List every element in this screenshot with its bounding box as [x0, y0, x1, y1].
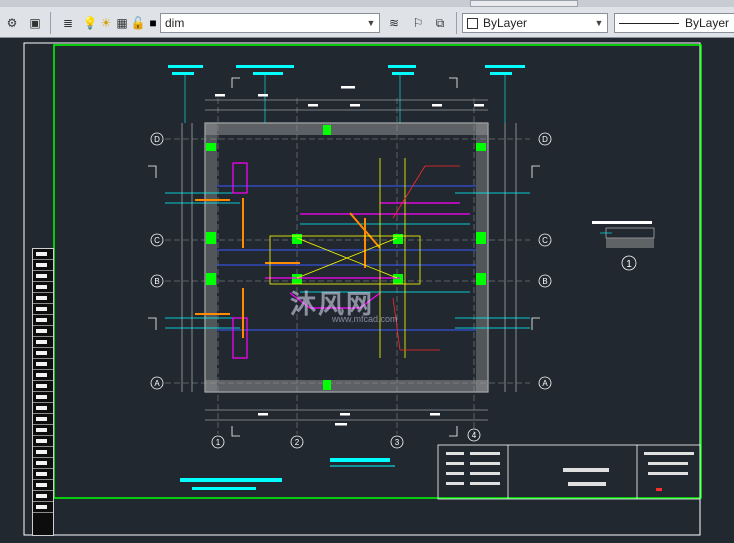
note-bar	[180, 478, 282, 482]
table-row	[33, 381, 53, 392]
section-detail	[592, 221, 655, 248]
color-swatch	[467, 17, 478, 29]
axis-label-a: A	[154, 379, 160, 388]
layer-previous-icon[interactable]: ⧉	[430, 13, 450, 33]
top-wall-hatch	[205, 123, 488, 135]
axis-label-3: 3	[395, 438, 400, 447]
drawing-canvas[interactable]: D C B A D C B A 1 2 3 4 1 沐风网 www.mfcad.…	[0, 38, 734, 538]
chevron-down-icon[interactable]: ▼	[593, 14, 605, 32]
table-row	[33, 458, 53, 469]
drawing-frame	[53, 44, 702, 499]
color-dropdown[interactable]: ByLayer ▼	[462, 13, 608, 33]
axis-label-a: A	[542, 379, 548, 388]
title-block-text	[446, 452, 694, 486]
section-mark-label: 1	[626, 259, 632, 270]
toolbar-separator	[50, 12, 51, 34]
table-row	[33, 315, 53, 326]
watermark-url: www.mfcad.com	[332, 314, 398, 324]
table-row	[33, 348, 53, 359]
table-row	[33, 326, 53, 337]
table-row	[33, 271, 53, 282]
table-row	[33, 249, 53, 260]
toolbar-separator	[456, 12, 457, 34]
table-row	[33, 304, 53, 315]
table-row	[33, 425, 53, 436]
axis-bubbles-left	[150, 132, 637, 449]
table-row	[33, 436, 53, 447]
document-tab[interactable]	[470, 0, 578, 7]
table-row	[33, 469, 53, 480]
axis-label-c: C	[542, 236, 548, 245]
right-wall-hatch	[476, 123, 488, 392]
linetype-dropdown[interactable]: ByLayer	[614, 13, 734, 33]
axis-label-2: 2	[295, 438, 300, 447]
layer-match-icon[interactable]: ⚐	[408, 13, 428, 33]
annotation-text-top	[168, 65, 525, 75]
layer-dropdown[interactable]: dim ▼	[160, 13, 380, 33]
table-row	[33, 414, 53, 425]
axis-label-d: D	[542, 135, 548, 144]
yellow-bracing	[269, 158, 421, 358]
layer-properties-icon[interactable]: ≣	[58, 13, 78, 33]
chevron-down-icon[interactable]: ▼	[365, 14, 377, 32]
axis-label-4: 4	[472, 431, 477, 440]
axis-label-c: C	[154, 236, 160, 245]
table-row	[33, 370, 53, 381]
properties-toolbar: ⚙ ▣ ≣ 💡 ☀ ▦ 🔓 ■ dim ▼ ≋ ⚐ ⧉ ByLayer ▼ By…	[0, 7, 734, 38]
table-row	[33, 502, 53, 513]
table-row	[33, 260, 53, 271]
left-wall-hatch	[205, 123, 217, 392]
plan-title-text	[330, 458, 390, 462]
dimension-text	[215, 86, 484, 426]
magenta-pipes	[232, 162, 470, 359]
table-row	[33, 293, 53, 304]
make-current-icon[interactable]: ≋	[384, 13, 404, 33]
axis-label-1: 1	[216, 438, 221, 447]
axis-label-d: D	[154, 135, 160, 144]
table-row	[33, 392, 53, 403]
table-row	[33, 403, 53, 414]
linetype-sample	[619, 22, 679, 24]
gear-icon[interactable]: ⚙	[2, 13, 22, 33]
title-tab-strip	[0, 0, 734, 7]
linetype-value: ByLayer	[685, 16, 730, 30]
bottom-wall-hatch	[205, 380, 488, 392]
drawing-list-table	[32, 248, 54, 536]
axis-label-b: B	[542, 277, 547, 286]
table-row	[33, 480, 53, 491]
table-row	[33, 447, 53, 458]
layer-name: dim	[165, 16, 185, 30]
red-leaders	[392, 165, 460, 351]
title-block-mark	[656, 488, 662, 491]
color-value: ByLayer	[483, 16, 528, 30]
table-row	[33, 282, 53, 293]
table-row	[33, 337, 53, 348]
layer-states-icon[interactable]: ▣	[25, 13, 45, 33]
axis-label-b: B	[154, 277, 159, 286]
table-row	[33, 359, 53, 370]
table-row	[33, 491, 53, 502]
note-bar	[192, 487, 256, 490]
